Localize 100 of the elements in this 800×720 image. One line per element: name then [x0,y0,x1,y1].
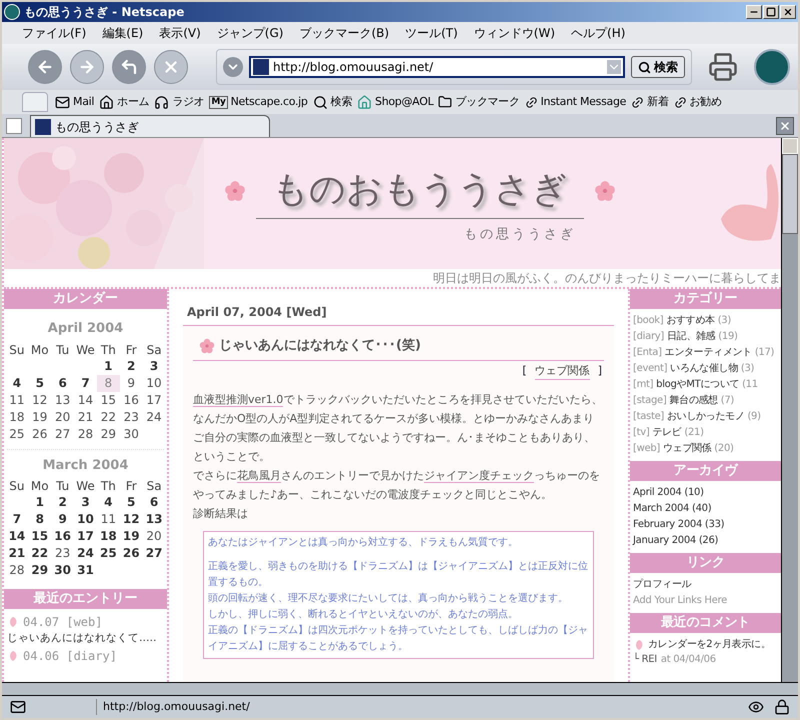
archive-link[interactable]: February 2004 (33) [633,517,778,533]
lock-icon[interactable] [774,699,790,715]
toolbar-link[interactable]: Shop@AOL [357,94,434,110]
calendar-day[interactable]: 17 [74,528,97,545]
calendar-day: 16 [120,392,143,408]
entry-link[interactable]: じゃいあんにはなれなくて‥… [7,631,164,647]
maximize-button[interactable] [763,5,779,19]
calendar-day[interactable]: 15 [28,528,52,545]
calendar-day[interactable]: 31 [74,562,97,579]
menu-item[interactable]: 表示(V) [159,24,201,42]
calendar-day[interactable]: 18 [96,528,120,545]
calendar-day[interactable]: 14 [6,528,28,545]
calendar-day[interactable]: 6 [51,374,74,392]
calendar-day[interactable]: 21 [6,545,28,562]
calendar-day[interactable]: 4 [96,494,120,511]
archive-link[interactable]: January 2004 (26) [633,533,778,549]
mail-icon[interactable] [10,699,26,715]
calendar-day[interactable]: 5 [120,494,143,511]
category-link[interactable]: [event] いろんな催し物 (3) [633,361,778,377]
calendar-day[interactable]: 2 [51,494,74,511]
archive-link[interactable]: April 2004 (10) [633,485,778,501]
menu-item[interactable]: ジャンプ(G) [216,24,284,42]
calendar-day[interactable]: 24 [74,545,97,562]
calendar-day[interactable]: 29 [28,562,52,579]
category-link[interactable]: [mt] blogやMTについて (11 [633,377,778,393]
category-link[interactable]: [Enta] エンターティメント (17) [633,345,778,361]
calendar-day: 10 [142,374,166,392]
corner-arrow-icon [120,58,138,76]
calendar-day[interactable]: 7 [6,511,28,528]
toolbar-link[interactable]: 検索 [312,94,352,110]
close-button[interactable] [780,5,796,19]
calendar-day[interactable]: 2 [120,358,143,374]
link-item[interactable]: プロフィール [633,577,778,593]
printer-icon[interactable] [708,52,738,82]
menu-item[interactable]: 編集(E) [102,24,144,42]
weekday-label: Tu [55,342,70,358]
toolbar-link[interactable]: 新着 [631,94,669,110]
reload-button[interactable] [112,50,146,84]
calendar-day[interactable]: 22 [28,545,52,562]
menu-item[interactable]: ファイル(F) [22,24,86,42]
text-link[interactable]: 花鳥風月 [237,469,281,483]
minimize-button[interactable] [746,5,762,19]
calendar-day[interactable]: 26 [120,545,143,562]
widget-heading: カレンダー [4,289,167,309]
search-button[interactable]: 検索 [631,56,685,78]
calendar-day[interactable]: 1 [28,494,52,511]
toolbar-link[interactable]: Instant Message [524,94,626,110]
category-link[interactable]: [web] ウェブ関係 (20) [633,441,778,457]
category-link[interactable]: [stage] 舞台の感想 (7) [633,393,778,409]
menu-item[interactable]: ウィンドウ(W) [474,24,556,42]
calendar-day[interactable]: 8 [28,511,52,528]
category-link[interactable]: [taste] おいしかったモノ (9) [633,409,778,425]
menu-item[interactable]: ブックマーク(B) [299,24,390,42]
address-field[interactable]: http://blog.omouusagi.net/ [249,56,625,78]
category-link[interactable]: [book] おすすめ本 (3) [633,313,778,329]
calendar-day[interactable]: 27 [142,545,166,562]
toolbar-link[interactable]: ブックマーク [438,94,520,110]
category-link[interactable]: ウェブ関係 [534,362,590,380]
browser-tab[interactable]: もの思ううさぎ [30,115,270,137]
calendar-day[interactable]: 3 [74,494,97,511]
calendar-day[interactable]: 3 [142,358,166,374]
calendar-day[interactable]: 12 [120,511,143,528]
result-text: 正義の【ドラニズム】は四次元ポケットを持っていたとしても、しばしば力の【ジャイアニズム】に屈することがあるでしょう。 [208,624,589,654]
toolbar-link[interactable]: My Netscape.co.jp [209,94,308,110]
calendar-day[interactable]: 1 [96,358,120,374]
text-link[interactable]: ジャイアン度チェック [424,469,534,483]
calendar-day[interactable]: 10 [74,511,97,528]
toolbar-link[interactable]: ラジオ [154,94,204,110]
comment-link[interactable]: カレンダーを2ヶ月表示に。 [648,637,770,652]
calendar-day[interactable]: 25 [96,545,120,562]
archive-link[interactable]: March 2004 (40) [633,501,778,517]
toolbar-link[interactable]: Mail [55,94,94,110]
toolbar-link[interactable]: お勧め [674,94,722,110]
horizontal-scrollbar[interactable] [2,682,798,696]
calendar-day[interactable]: 9 [51,511,74,528]
vertical-scrollbar[interactable] [781,138,798,682]
calendar-day[interactable]: 5 [28,374,52,392]
blog-tagline: 明日は明日の風がふく。のんびりまったりミーハーに暮らしてま [433,270,781,287]
category-link[interactable]: [tv] テレビ (21) [633,425,778,441]
category-link[interactable]: [diary] 日記、雑感 (19) [633,329,778,345]
close-tab-button[interactable] [776,117,794,135]
menu-item[interactable]: ヘルプ(H) [571,24,626,42]
eye-icon[interactable] [748,699,764,715]
calendar-day[interactable]: 7 [74,374,97,392]
calendar-day[interactable]: 30 [51,562,74,579]
house-icon [357,94,372,110]
text-link[interactable]: 血液型推測ver1.0 [193,393,284,407]
maximize-icon [766,7,776,17]
back-button[interactable] [28,50,62,84]
calendar-day[interactable]: 13 [142,511,166,528]
calendar-day: 28 [6,562,28,579]
calendar-day[interactable]: 6 [142,494,166,511]
toolbar-link[interactable]: ホーム [99,94,150,110]
weekday-label: Th [100,478,117,494]
calendar-day[interactable]: 16 [51,528,74,545]
calendar-day[interactable]: 4 [6,374,28,392]
menu-item[interactable]: ツール(T) [405,24,458,42]
calendar-day[interactable]: 19 [120,528,143,545]
blog-logo: ものおもううさぎ [256,162,584,220]
dropdown-icon[interactable] [223,57,243,77]
